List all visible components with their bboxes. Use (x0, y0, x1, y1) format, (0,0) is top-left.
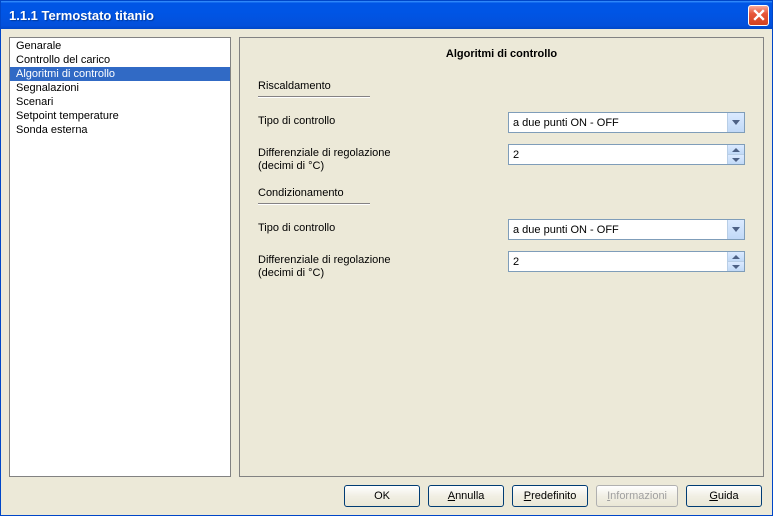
sidebar-item-sonda-esterna[interactable]: Sonda esterna (10, 123, 230, 137)
category-list[interactable]: Genarale Controllo del carico Algoritmi … (9, 37, 231, 477)
sidebar-item-algoritmi[interactable]: Algoritmi di controllo (10, 67, 230, 81)
select-heating-type[interactable]: a due punti ON - OFF (508, 112, 745, 133)
ok-button[interactable]: OK (344, 485, 420, 507)
sidebar-item-controllo-carico[interactable]: Controllo del carico (10, 53, 230, 67)
close-icon (753, 9, 765, 21)
row-cooling-diff: Differenziale di regolazione (decimi di … (258, 251, 745, 280)
chevron-down-icon (727, 113, 744, 132)
spinner-cooling-diff[interactable]: 2 (508, 251, 745, 272)
cooling-section-label: Condizionamento (258, 183, 745, 201)
spinner-down-button[interactable] (728, 261, 744, 271)
select-cooling-type-value: a due punti ON - OFF (509, 224, 727, 236)
label-heating-diff: Differenziale di regolazione (decimi di … (258, 144, 508, 173)
label-cooling-type: Tipo di controllo (258, 219, 508, 235)
spinner-heating-diff-value: 2 (509, 145, 727, 164)
window-title: 1.1.1 Termostato titanio (9, 8, 748, 23)
select-heating-type-value: a due punti ON - OFF (509, 117, 727, 129)
info-button: Informazioni (596, 485, 678, 507)
client-area: Genarale Controllo del carico Algoritmi … (1, 29, 772, 515)
content-panel: Algoritmi di controllo Riscaldamento Tip… (239, 37, 764, 477)
row-heating-type: Tipo di controllo a due punti ON - OFF (258, 112, 745, 134)
label-heating-type: Tipo di controllo (258, 112, 508, 128)
sidebar-item-setpoint[interactable]: Setpoint temperature (10, 109, 230, 123)
cancel-button[interactable]: Annulla (428, 485, 504, 507)
spinner-cooling-diff-value: 2 (509, 252, 727, 271)
spinner-buttons (727, 145, 744, 164)
divider (258, 203, 370, 205)
help-button[interactable]: Guida (686, 485, 762, 507)
divider (258, 96, 370, 98)
main-row: Genarale Controllo del carico Algoritmi … (9, 37, 764, 477)
row-cooling-type: Tipo di controllo a due punti ON - OFF (258, 219, 745, 241)
sidebar-item-generale[interactable]: Genarale (10, 39, 230, 53)
chevron-down-icon (727, 220, 744, 239)
select-cooling-type[interactable]: a due punti ON - OFF (508, 219, 745, 240)
content-title: Algoritmi di controllo (258, 46, 745, 76)
dialog-window: 1.1.1 Termostato titanio Genarale Contro… (0, 0, 773, 516)
label-cooling-diff: Differenziale di regolazione (decimi di … (258, 251, 508, 280)
sidebar-item-scenari[interactable]: Scenari (10, 95, 230, 109)
spinner-down-button[interactable] (728, 154, 744, 164)
dialog-buttons: OK Annulla Predefinito Informazioni Guid… (9, 483, 764, 507)
close-button[interactable] (748, 5, 769, 26)
titlebar: 1.1.1 Termostato titanio (1, 1, 772, 29)
default-button[interactable]: Predefinito (512, 485, 588, 507)
sidebar-item-segnalazioni[interactable]: Segnalazioni (10, 81, 230, 95)
row-heating-diff: Differenziale di regolazione (decimi di … (258, 144, 745, 173)
spinner-buttons (727, 252, 744, 271)
spinner-up-button[interactable] (728, 145, 744, 154)
heating-section-label: Riscaldamento (258, 76, 745, 94)
spinner-heating-diff[interactable]: 2 (508, 144, 745, 165)
spinner-up-button[interactable] (728, 252, 744, 261)
